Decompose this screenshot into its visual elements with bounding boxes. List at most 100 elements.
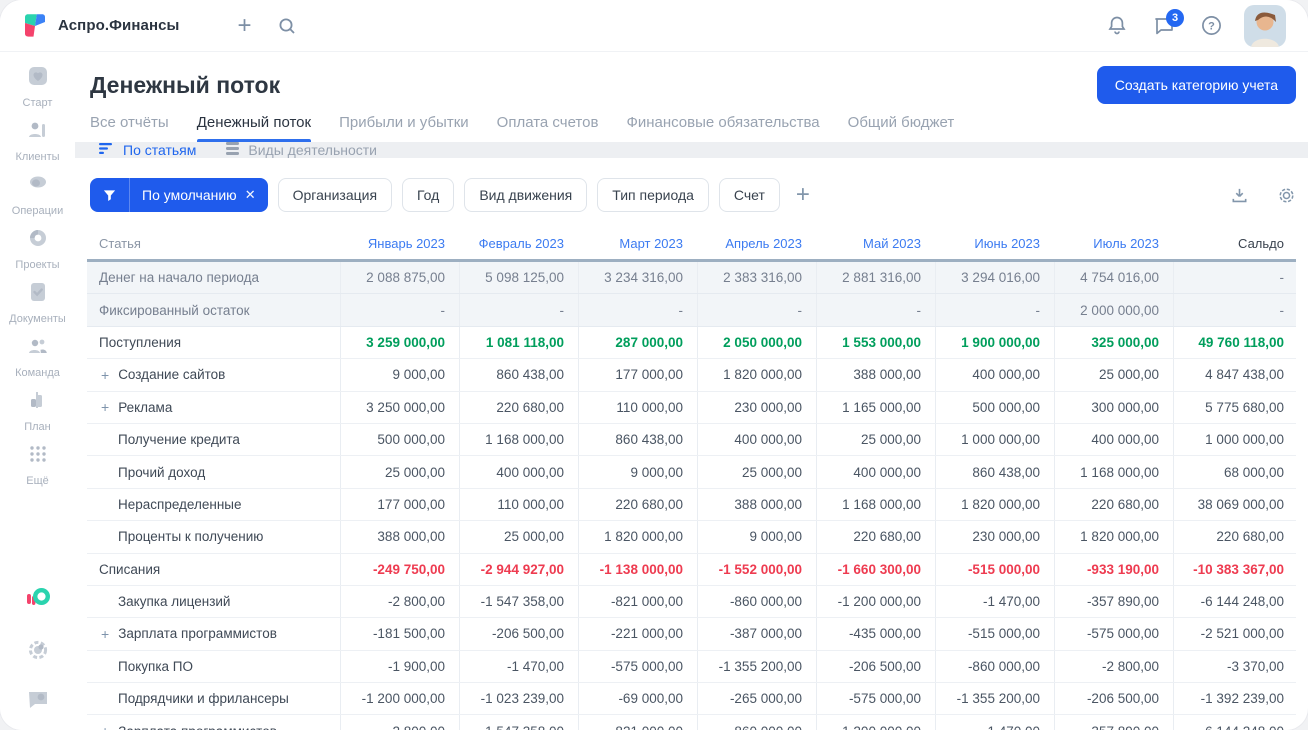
table-row[interactable]: + Зарплата программистов -2 800,00-1 547 3…	[87, 715, 1296, 730]
tab-4[interactable]: Оплата счетов	[497, 114, 599, 142]
value-cell: 2 088 875,00	[340, 262, 459, 294]
create-category-button[interactable]: Создать категорию учета	[1096, 66, 1296, 104]
row-label: Создание сайтов	[118, 367, 226, 383]
quick-add-button[interactable]: +	[237, 13, 251, 38]
settings-icon[interactable]	[26, 638, 50, 667]
sidebar-item-3[interactable]: Операции	[0, 172, 75, 226]
column-header[interactable]: Июнь 2023	[935, 228, 1054, 259]
value-cell: 220 680,00	[1173, 521, 1296, 553]
table-row[interactable]: Получение кредита 500 000,00 1 168 000,00 8…	[87, 423, 1296, 457]
sidebar-item-label: Ещё	[26, 475, 49, 487]
subtab-1[interactable]: По статьям	[99, 142, 196, 158]
column-header[interactable]: Май 2023	[816, 228, 935, 259]
sort-lines-icon	[99, 142, 115, 158]
notifications-button[interactable]	[1107, 15, 1127, 36]
row-label: Реклама	[118, 399, 173, 415]
filter-chip-2[interactable]: Год	[402, 178, 455, 212]
subtab-2[interactable]: Виды деятельности	[226, 142, 377, 158]
tab-1[interactable]: Все отчёты	[90, 114, 169, 142]
column-header[interactable]: Январь 2023	[340, 228, 459, 259]
value-cell: -575 000,00	[578, 650, 697, 683]
row-label-cell: Поступления	[87, 327, 340, 358]
table-row[interactable]: Списания -249 750,00 -2 944 927,00 -1 138 0…	[87, 553, 1296, 586]
close-icon[interactable]: ✕	[245, 187, 256, 203]
table-row[interactable]: Закупка лицензий -2 800,00 -1 547 358,00 -8…	[87, 585, 1296, 619]
funnel-icon	[90, 178, 130, 212]
value-cell: 4 754 016,00	[1054, 262, 1173, 294]
column-header[interactable]: Апрель 2023	[697, 228, 816, 259]
value-cell: -860 000,00	[697, 715, 816, 730]
value-cell: 5 098 125,00	[459, 262, 578, 294]
value-cell: 2 050 000,00	[697, 326, 816, 359]
value-cell: 1 081 118,00	[459, 326, 578, 359]
expand-plus-icon[interactable]: +	[101, 400, 109, 414]
messages-button[interactable]: 3	[1153, 8, 1184, 36]
table-row[interactable]: Прочий доход 25 000,00 400 000,00 9 000,00 2…	[87, 456, 1296, 489]
sidebar-item-1[interactable]: Старт	[0, 64, 75, 118]
help-button[interactable]: ?	[1201, 15, 1222, 36]
projects-icon	[26, 226, 50, 255]
table-row[interactable]: + Создание сайтов 9 000,00 860 438,00 177 00…	[87, 359, 1296, 392]
aspro-brand-icon[interactable]	[24, 585, 52, 618]
value-cell: -1 552 000,00	[697, 553, 816, 585]
value-cell: 4 847 438,00	[1173, 359, 1296, 391]
tab-5[interactable]: Финансовые обязательства	[626, 114, 819, 142]
row-label: Покупка ПО	[118, 658, 193, 674]
table-row[interactable]: Покупка ПО -1 900,00 -1 470,00 -575 000,00-…	[87, 650, 1296, 684]
value-cell: 3 234 316,00	[578, 262, 697, 294]
page-title: Денежный поток	[90, 71, 281, 98]
subtab-label: По статьям	[123, 142, 197, 158]
row-label: Зарплата программистов	[118, 724, 277, 730]
column-header[interactable]: Июль 2023	[1054, 228, 1173, 259]
value-cell: -1 200 000,00	[340, 683, 459, 715]
table-row[interactable]: + Зарплата программистов -181 500,00 -206 5…	[87, 618, 1296, 651]
support-chat-icon[interactable]	[26, 687, 50, 716]
tab-3[interactable]: Прибыли и убытки	[339, 114, 469, 142]
search-button[interactable]	[277, 16, 297, 36]
tab-2[interactable]: Денежный поток	[196, 114, 312, 142]
column-header[interactable]: Февраль 2023	[459, 228, 578, 259]
export-button[interactable]	[1230, 186, 1249, 205]
filter-chip-5[interactable]: Счет	[718, 178, 780, 212]
value-cell: -	[1173, 262, 1296, 294]
row-label-cell: Проценты к получению	[87, 521, 340, 552]
table-row[interactable]: Денег на начало периода 2 088 875,00 5 098…	[87, 262, 1296, 295]
table-row[interactable]: Подрядчики и фрилансеры -1 200 000,00 -1 0…	[87, 683, 1296, 716]
row-label-cell: + Зарплата программистов	[87, 618, 340, 649]
expand-plus-icon[interactable]: +	[101, 368, 109, 382]
sidebar-item-6[interactable]: Команда	[0, 334, 75, 388]
value-cell: 25 000,00	[1054, 359, 1173, 391]
report-tabs: Все отчёты Денежный поток Прибыли и убытки…	[87, 110, 1296, 142]
row-label: Фиксированный остаток	[99, 302, 250, 318]
tab-6[interactable]: Общий бюджет	[848, 114, 955, 142]
filter-chip-1[interactable]: Организация	[277, 178, 393, 212]
table-row[interactable]: + Реклама 3 250 000,00 220 680,00 110 000,00…	[87, 391, 1296, 424]
value-cell: -860 000,00	[697, 585, 816, 618]
sidebar-item-8[interactable]: Ещё	[0, 442, 75, 496]
add-filter-button[interactable]: +	[792, 183, 814, 207]
value-cell: -821 000,00	[578, 585, 697, 618]
expand-plus-icon[interactable]: +	[101, 724, 109, 730]
avatar[interactable]	[1244, 4, 1286, 47]
table-row[interactable]: Поступления 3 259 000,00 1 081 118,00 287 0…	[87, 326, 1296, 360]
sidebar-item-7[interactable]: План	[0, 388, 75, 442]
filter-chip-default[interactable]: По умолчанию ✕	[90, 178, 268, 212]
filter-chip-3[interactable]: Вид движения	[464, 178, 588, 212]
value-cell: 860 438,00	[578, 423, 697, 456]
filter-chip-4[interactable]: Тип периода	[597, 178, 709, 212]
value-cell: -387 000,00	[697, 618, 816, 650]
sidebar-item-2[interactable]: Клиенты	[0, 118, 75, 172]
sidebar-item-4[interactable]: Проекты	[0, 226, 75, 280]
expand-plus-icon[interactable]: +	[101, 627, 109, 641]
value-cell: -206 500,00	[816, 650, 935, 683]
sidebar-item-5[interactable]: Документы	[0, 280, 75, 334]
table-row[interactable]: Нераспределенные 177 000,00 110 000,00 220 …	[87, 488, 1296, 522]
column-header[interactable]: Март 2023	[578, 228, 697, 259]
table-row[interactable]: Фиксированный остаток - - - - - -2 000 000,00-	[87, 294, 1296, 327]
value-cell: 2 383 316,00	[697, 262, 816, 294]
start-icon	[26, 64, 50, 93]
table-row[interactable]: Проценты к получению 388 000,00 25 000,00 1…	[87, 521, 1296, 554]
table-settings-button[interactable]	[1277, 186, 1296, 205]
app-logo-icon[interactable]	[22, 13, 48, 39]
value-cell: 400 000,00	[1054, 423, 1173, 456]
